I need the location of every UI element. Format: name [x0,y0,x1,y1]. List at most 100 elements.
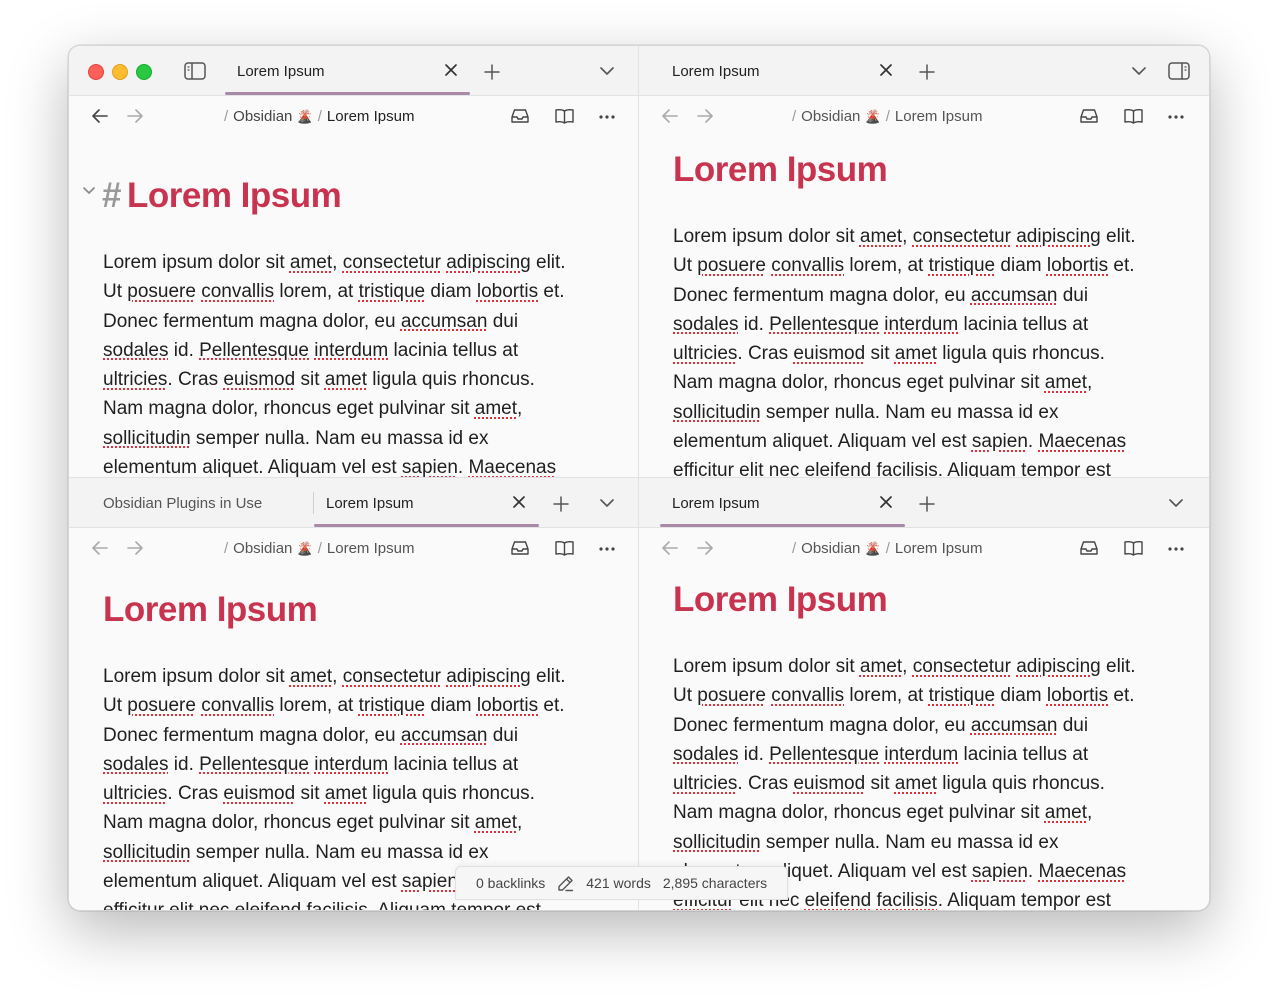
tab-list-chevron-down-icon[interactable] [1132,66,1146,76]
misspelled-word[interactable]: Maecenas [1038,861,1126,882]
zoom-window-button[interactable] [136,64,152,80]
misspelled-word[interactable]: sodales [673,744,739,765]
reading-view-book-icon[interactable] [555,540,574,556]
inbox-tray-icon[interactable] [511,108,529,124]
misspelled-word[interactable]: facilisis [877,460,938,477]
misspelled-word[interactable]: adipiscing [1016,656,1101,677]
close-icon[interactable] [879,63,893,77]
misspelled-word[interactable]: ultricies [103,369,167,390]
misspelled-word[interactable]: amet [290,666,332,687]
inbox-tray-icon[interactable] [1080,108,1098,124]
editor-content[interactable]: # Lorem Ipsum Lorem ipsum dolor sit amet,… [69,138,638,477]
misspelled-word[interactable]: sollicitudin [103,842,191,863]
misspelled-word[interactable]: sodales [673,314,739,335]
misspelled-word[interactable]: amet [475,812,517,833]
editor-content[interactable]: Lorem Ipsum Lorem ipsum dolor sit amet, … [639,570,1209,910]
misspelled-word[interactable]: sodales [103,340,169,361]
misspelled-word[interactable]: amet [475,398,517,419]
misspelled-word[interactable]: accumsan [401,725,488,746]
tab-lorem-ipsum[interactable]: Lorem Ipsum [660,478,905,527]
misspelled-word[interactable]: sapien [972,431,1028,452]
misspelled-word[interactable]: convallis [771,685,844,706]
note-paragraph[interactable]: Lorem ipsum dolor sit amet, consectetur … [673,222,1183,477]
misspelled-word[interactable]: consectetur [343,666,441,687]
misspelled-word[interactable]: accumsan [971,285,1058,306]
misspelled-word[interactable]: sapien [972,861,1028,882]
misspelled-word[interactable]: tristique [929,255,996,276]
misspelled-word[interactable]: sodales [103,754,169,775]
editor-content[interactable]: Lorem Ipsum Lorem ipsum dolor sit amet, … [69,570,638,910]
misspelled-word[interactable]: amet [895,343,937,364]
misspelled-word[interactable]: Pellentesque [199,754,309,775]
misspelled-word[interactable]: convallis [771,255,844,276]
misspelled-word[interactable]: ultricies [673,773,737,794]
forward-arrow-icon[interactable] [127,541,143,555]
tab-lorem-ipsum[interactable]: Lorem Ipsum [314,478,539,527]
reading-view-book-icon[interactable] [1124,540,1143,556]
misspelled-word[interactable]: lobortis [477,281,538,302]
breadcrumb-current[interactable]: Lorem Ipsum [895,108,983,125]
misspelled-word[interactable]: sollicitudin [103,428,191,449]
misspelled-word[interactable]: sollicitudin [673,832,761,853]
misspelled-word[interactable]: sapien [402,457,458,477]
back-arrow-icon[interactable] [662,109,678,123]
right-sidebar-toggle-icon[interactable] [1168,62,1190,80]
more-options-icon[interactable] [599,115,615,119]
editor-content[interactable]: Lorem Ipsum Lorem ipsum dolor sit amet, … [639,138,1209,477]
misspelled-word[interactable]: convallis [201,695,274,716]
misspelled-word[interactable]: tristique [929,685,996,706]
misspelled-word[interactable]: euismod [793,773,865,794]
misspelled-word[interactable]: lobortis [477,695,538,716]
misspelled-word[interactable]: amet [1045,802,1087,823]
misspelled-word[interactable]: euismod [223,369,295,390]
misspelled-word[interactable]: accumsan [971,715,1058,736]
forward-arrow-icon[interactable] [127,109,143,123]
tab-lorem-ipsum[interactable]: Lorem Ipsum [660,46,905,95]
close-icon[interactable] [444,63,458,77]
note-heading[interactable]: Lorem Ipsum [673,150,888,190]
misspelled-word[interactable]: posuere [697,685,766,706]
breadcrumb-current[interactable]: Lorem Ipsum [327,540,415,557]
misspelled-word[interactable]: eleifend [805,890,872,910]
misspelled-word[interactable]: ultricies [673,343,737,364]
misspelled-word[interactable]: lobortis [1047,255,1108,276]
misspelled-word[interactable]: amet [860,226,902,247]
misspelled-word[interactable]: interdum [884,744,958,765]
fold-chevron-icon[interactable] [83,182,95,198]
misspelled-word[interactable]: posuere [697,255,766,276]
misspelled-word[interactable]: consectetur [913,656,1011,677]
misspelled-word[interactable]: consectetur [343,252,441,273]
misspelled-word[interactable]: tristique [359,281,426,302]
more-options-icon[interactable] [1168,115,1184,119]
misspelled-word[interactable]: lobortis [1047,685,1108,706]
breadcrumb-current[interactable]: Lorem Ipsum [327,108,415,125]
misspelled-word[interactable]: efficitur [673,460,734,477]
note-heading[interactable]: # Lorem Ipsum [102,176,342,216]
misspelled-word[interactable]: adipiscing [1016,226,1101,247]
misspelled-word[interactable]: posuere [127,695,196,716]
pane-divider-vertical[interactable] [638,46,639,910]
misspelled-word[interactable]: facilisis [877,890,938,910]
breadcrumb-current[interactable]: Lorem Ipsum [895,540,983,557]
misspelled-word[interactable]: accumsan [401,311,488,332]
pencil-edit-icon[interactable] [557,875,574,892]
new-tab-plus-icon[interactable] [553,496,569,512]
back-arrow-icon[interactable] [92,109,108,123]
left-sidebar-toggle-icon[interactable] [184,62,206,80]
tab-obsidian-plugins-in-use[interactable]: Obsidian Plugins in Use [103,495,262,512]
misspelled-word[interactable]: interdum [314,340,388,361]
new-tab-plus-icon[interactable] [919,64,935,80]
misspelled-word[interactable]: consectetur [913,226,1011,247]
misspelled-word[interactable]: Maecenas [468,457,556,477]
minimize-window-button[interactable] [112,64,128,80]
breadcrumb-folder[interactable]: Obsidian [801,108,860,125]
tab-lorem-ipsum[interactable]: Lorem Ipsum [225,46,470,95]
breadcrumb-folder[interactable]: Obsidian [233,540,292,557]
misspelled-word[interactable]: eleifend [235,900,302,910]
misspelled-word[interactable]: euismod [223,783,295,804]
misspelled-word[interactable]: interdum [314,754,388,775]
misspelled-word[interactable]: sollicitudin [673,402,761,423]
breadcrumb-folder[interactable]: Obsidian [801,540,860,557]
misspelled-word[interactable]: Pellentesque [769,314,879,335]
misspelled-word[interactable]: eleifend [805,460,872,477]
